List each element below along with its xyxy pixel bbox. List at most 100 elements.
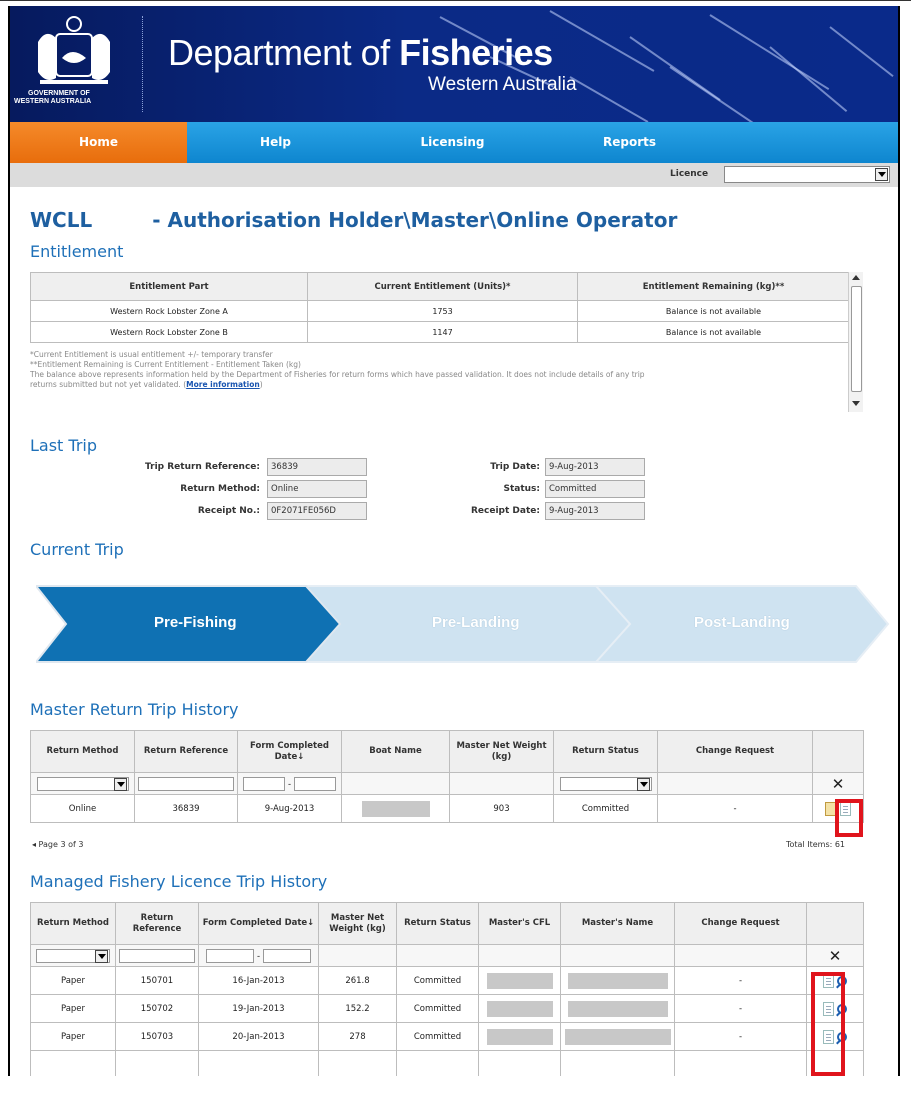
return-method-filter[interactable] (36, 776, 129, 791)
return-reference-filter[interactable] (119, 948, 195, 963)
table-cell (341, 794, 450, 823)
table-cell: 20-Jan-2013 (198, 1022, 319, 1051)
filter-cell (30, 772, 135, 795)
col-return-reference[interactable]: Return Reference (134, 730, 238, 773)
status-field: Committed (545, 480, 645, 498)
col-change-request[interactable]: Change Request (674, 902, 807, 945)
col-change-request[interactable]: Change Request (657, 730, 813, 773)
pager[interactable]: ◂ Page 3 of 3 (32, 840, 83, 849)
more-information-link[interactable]: More information (186, 380, 260, 389)
note-line: *Current Entitlement is usual entitlemen… (30, 350, 273, 359)
receipt-date-label: Receipt Date: (471, 506, 540, 516)
filter-cell (134, 772, 238, 795)
table-cell: 36839 (134, 794, 238, 823)
chevron-down-icon[interactable] (113, 777, 127, 791)
main-nav: Home Help Licensing Reports (10, 122, 898, 163)
filter-cell: - (198, 944, 319, 967)
total-items: Total Items: 61 (786, 840, 846, 849)
col-masters-cfl[interactable]: Master's CFL (478, 902, 561, 945)
date-from-filter[interactable] (243, 776, 286, 791)
col-return-reference[interactable]: Return Reference (115, 902, 199, 945)
status-label: Status: (503, 484, 540, 494)
chevron-down-icon[interactable] (636, 777, 650, 791)
table-cell (560, 966, 675, 995)
table-cell (115, 1050, 199, 1076)
date-from-filter[interactable] (206, 948, 255, 963)
table-cell (478, 966, 561, 995)
date-range-separator: - (256, 951, 261, 961)
col-masters-name[interactable]: Master's Name (560, 902, 675, 945)
col-return-status[interactable]: Return Status (553, 730, 658, 773)
scroll-down-arrow-icon[interactable] (852, 401, 860, 406)
table-row[interactable]: Online 36839 9-Aug-2013 903 Committed - (30, 794, 864, 823)
step-post-landing[interactable]: Post-Landing (694, 614, 790, 631)
nav-item-help[interactable]: Help (187, 122, 364, 163)
scroll-up-arrow-icon[interactable] (852, 275, 860, 280)
note-line: The balance above represents information… (30, 370, 645, 379)
table-cell: 903 (449, 794, 554, 823)
col-return-status[interactable]: Return Status (396, 902, 479, 945)
step-pre-fishing[interactable]: Pre-Fishing (154, 614, 237, 631)
table-cell: 278 (318, 1022, 397, 1051)
col-form-completed-date[interactable]: Form Completed Date↓ (237, 730, 342, 773)
chevron-down-icon[interactable] (875, 168, 888, 181)
clear-filters-icon[interactable]: ✕ (832, 775, 845, 793)
filter-cell (396, 944, 479, 967)
filter-cell: - (237, 772, 342, 795)
table-cell (560, 1022, 675, 1051)
table-cell: - (674, 966, 807, 995)
col-master-net-weight[interactable]: Master Net Weight (kg) (449, 730, 554, 773)
table-cell: 150701 (115, 966, 199, 995)
clear-filters-icon[interactable]: ✕ (829, 947, 842, 965)
table-cell: Paper (30, 966, 116, 995)
table-cell: Balance is not available (577, 321, 850, 343)
col-master-net-weight[interactable]: Master Net Weight (kg) (318, 902, 397, 945)
return-reference-filter[interactable] (138, 776, 234, 791)
table-header-row: Return Method Return Reference Form Comp… (30, 902, 864, 945)
table-cell: - (674, 1022, 807, 1051)
last-trip-heading: Last Trip (30, 436, 98, 455)
table-cell: 9-Aug-2013 (237, 794, 342, 823)
nav-item-home[interactable]: Home (10, 122, 187, 163)
entitlement-notes: *Current Entitlement is usual entitlemen… (30, 350, 840, 390)
managed-history-table: Return Method Return Reference Form Comp… (30, 902, 864, 1076)
chevron-down-icon[interactable] (95, 949, 108, 963)
scroll-thumb[interactable] (851, 286, 862, 392)
nav-item-licensing[interactable]: Licensing (364, 122, 541, 163)
filter-cell (674, 944, 807, 967)
col-return-method[interactable]: Return Method (30, 730, 135, 773)
date-to-filter[interactable] (262, 948, 311, 963)
table-cell: Paper (30, 1022, 116, 1051)
entitlement-scrollbar[interactable] (848, 272, 863, 412)
col-entitlement-remaining: Entitlement Remaining (kg)** (577, 272, 850, 301)
table-cell (198, 1050, 319, 1076)
header-divider (142, 16, 143, 112)
table-cell: 1147 (307, 321, 578, 343)
return-method-filter[interactable] (36, 948, 110, 963)
filter-row: - ✕ (30, 944, 864, 967)
note-line: **Entitlement Remaining is Current Entit… (30, 360, 301, 369)
table-row[interactable]: Paper 150702 19-Jan-2013 152.2 Committed… (30, 994, 864, 1023)
return-status-filter[interactable] (559, 776, 652, 791)
table-row[interactable]: Paper 150701 16-Jan-2013 261.8 Committed… (30, 966, 864, 995)
return-method-label: Return Method: (180, 484, 260, 494)
trip-return-reference-label: Trip Return Reference: (144, 462, 260, 472)
table-row[interactable]: Paper 150703 20-Jan-2013 278 Committed - (30, 1022, 864, 1051)
col-form-completed-date[interactable]: Form Completed Date↓ (198, 902, 319, 945)
table-cell: Online (30, 794, 135, 823)
filter-cell: ✕ (812, 772, 864, 795)
redacted-name (564, 1028, 671, 1045)
step-pre-landing[interactable]: Pre-Landing (432, 614, 520, 631)
note-line: returns submitted but not yet validated.… (30, 380, 263, 389)
table-cell: Committed (396, 994, 479, 1023)
table-cell: - (657, 794, 813, 823)
table-cell: 150702 (115, 994, 199, 1023)
table-header-row: Entitlement Part Current Entitlement (Un… (30, 272, 850, 301)
date-to-filter[interactable] (293, 776, 336, 791)
nav-item-reports[interactable]: Reports (541, 122, 718, 163)
col-boat-name[interactable]: Boat Name (341, 730, 450, 773)
col-return-method[interactable]: Return Method (30, 902, 116, 945)
filter-cell (478, 944, 561, 967)
table-cell (560, 1050, 675, 1076)
licence-select[interactable] (724, 166, 890, 183)
